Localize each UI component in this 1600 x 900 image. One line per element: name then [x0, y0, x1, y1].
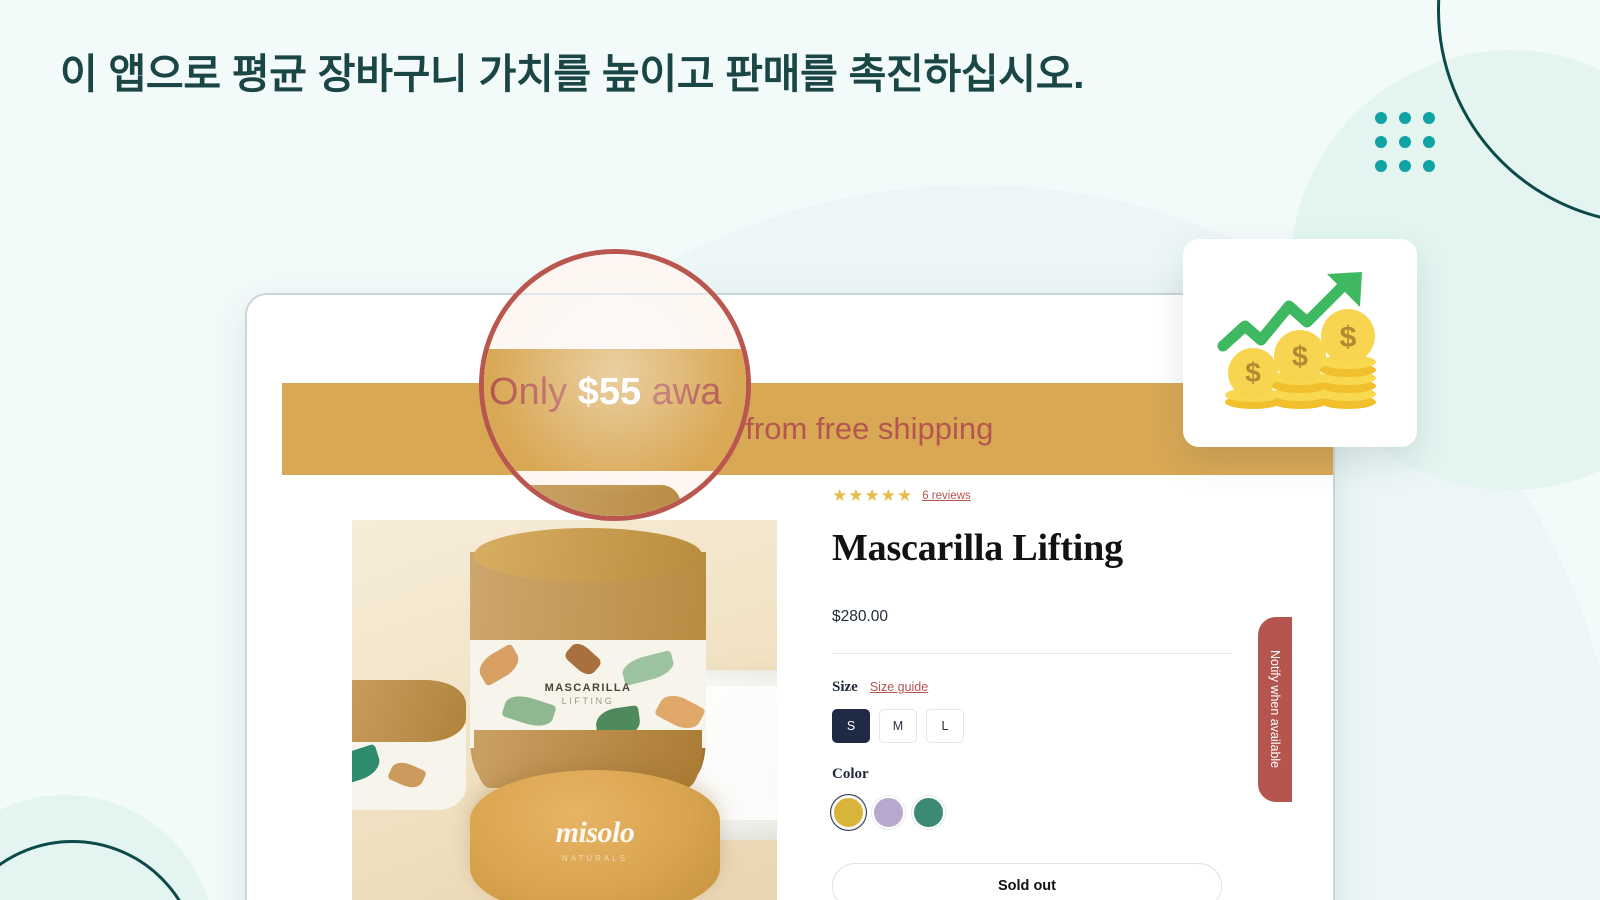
primary-jar-lid — [474, 528, 702, 582]
coin-stack-2: $ — [1272, 330, 1328, 409]
color-swatch-teal[interactable] — [912, 796, 945, 829]
sold-out-button[interactable]: Sold out — [832, 863, 1222, 900]
mint-circle-bottom-left — [0, 795, 215, 900]
leaf-motif — [352, 743, 384, 787]
product-photo: MASCARILLA LIFTING misolo NATURALS — [352, 520, 777, 900]
secondary-jar-lid — [352, 680, 466, 742]
brand-lid: misolo NATURALS — [470, 770, 720, 900]
growth-icon-card: $ $ $ — [1183, 239, 1417, 447]
growth-chart-coins-icon: $ $ $ — [1217, 272, 1376, 409]
device-top-bar — [247, 295, 1333, 331]
size-option-m[interactable]: M — [879, 709, 917, 743]
color-option-header: Color — [832, 766, 1232, 783]
page-title: 이 앱으로 평균 장바구니 가치를 높이고 판매를 촉진하십시오. — [60, 51, 1085, 97]
magnifier-glow — [484, 254, 746, 516]
device-screen: Only $55 away from free shipping — [247, 331, 1333, 900]
jar-label-sub: LIFTING — [561, 696, 615, 706]
leaf-motif — [474, 643, 524, 687]
secondary-jar — [352, 680, 466, 830]
svg-text:$: $ — [1340, 321, 1357, 354]
divider — [832, 653, 1232, 654]
color-label: Color — [832, 766, 869, 782]
product-title: Mascarilla Lifting — [832, 527, 1123, 569]
size-options: S M L — [832, 709, 1232, 743]
size-option-s[interactable]: S — [832, 709, 870, 743]
leaf-motif — [619, 650, 677, 686]
leaf-motif — [563, 640, 603, 679]
magnifier-content: Only $55 awa — [484, 254, 746, 516]
color-options — [832, 796, 1232, 829]
brand-sub-text: NATURALS — [561, 854, 629, 863]
swatch-fill — [872, 796, 905, 829]
product-price: $280.00 — [832, 608, 889, 625]
size-label: Size — [832, 679, 858, 695]
leaf-motif — [386, 758, 428, 792]
tablet-device-mockup: Only $55 away from free shipping — [245, 293, 1335, 900]
color-swatch-gold[interactable] — [832, 796, 865, 829]
swatch-fill — [912, 796, 945, 829]
coin-stack-3: $ — [1320, 309, 1376, 409]
jar-label-name: MASCARILLA — [544, 682, 632, 694]
magnifier-lens: Only $55 awa — [479, 249, 751, 521]
brand-mark-text: misolo — [555, 816, 635, 849]
product-info-column: ★★★★★ 6 reviews Mascarilla Lifting $280.… — [832, 475, 1232, 900]
reviews-link[interactable]: 6 reviews — [922, 490, 971, 502]
product-detail-layout: MASCARILLA LIFTING misolo NATURALS ★★★★★… — [247, 475, 1333, 900]
svg-text:$: $ — [1245, 357, 1261, 388]
product-image[interactable]: MASCARILLA LIFTING misolo NATURALS — [352, 520, 777, 900]
svg-text:$: $ — [1292, 341, 1308, 373]
color-swatch-lavender[interactable] — [872, 796, 905, 829]
rating-row: ★★★★★ 6 reviews — [832, 487, 1232, 504]
jar-label-text: MASCARILLA LIFTING — [470, 682, 706, 706]
star-rating-icon: ★★★★★ — [832, 486, 914, 505]
ring-outline-top-right — [1437, 0, 1600, 225]
notify-side-tab-label: Notify when available — [1268, 650, 1282, 769]
dot-grid-icon — [1375, 112, 1435, 172]
notify-side-tab[interactable]: Notify when available — [1258, 617, 1292, 802]
size-option-l[interactable]: L — [926, 709, 964, 743]
ring-outline-bottom-left — [0, 840, 200, 900]
primary-jar: MASCARILLA LIFTING — [464, 528, 714, 798]
slide-canvas: 이 앱으로 평균 장바구니 가치를 높이고 판매를 촉진하십시오. Only $… — [0, 0, 1600, 900]
size-option-header: Size Size guide — [832, 679, 1232, 696]
swatch-fill — [832, 796, 865, 829]
size-guide-link[interactable]: Size guide — [870, 680, 928, 694]
free-shipping-banner: Only $55 away from free shipping — [282, 383, 1333, 475]
